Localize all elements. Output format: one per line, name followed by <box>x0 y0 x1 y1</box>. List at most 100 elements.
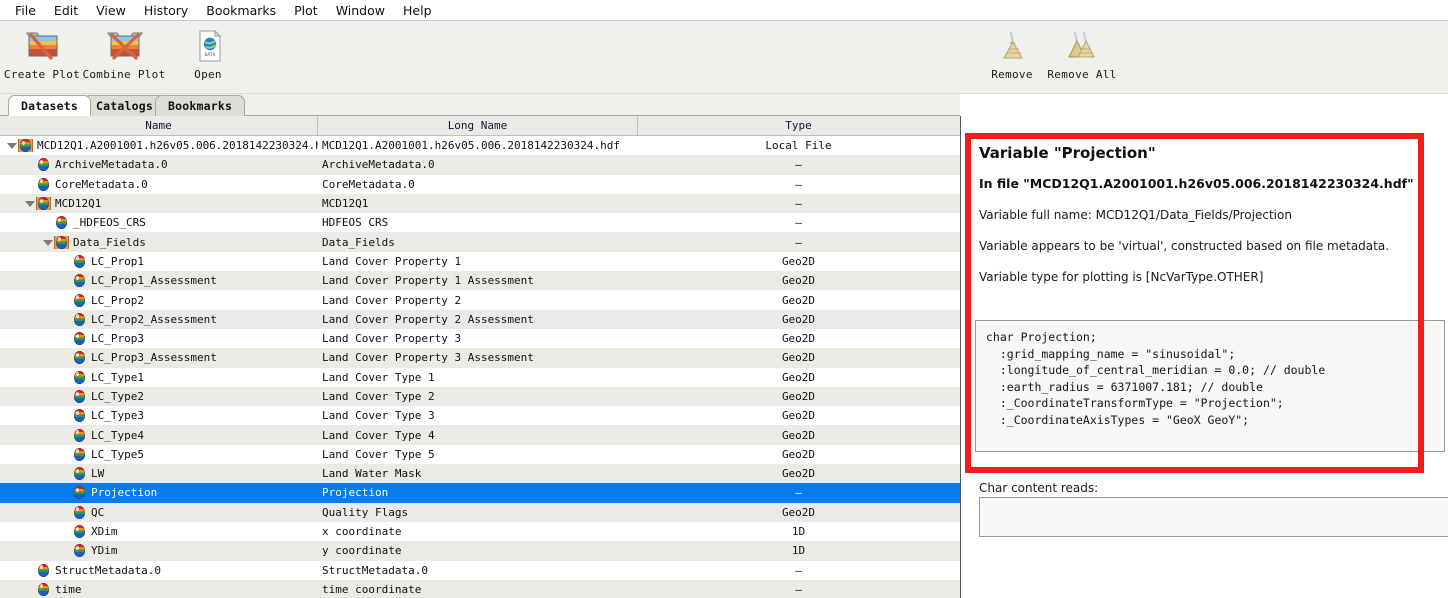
twisty-placeholder <box>60 333 71 344</box>
create-plot-button[interactable]: Create Plot <box>0 25 84 81</box>
row-name-text: LC_Type1 <box>91 370 144 384</box>
variable-info-block: Variable "Projection" In file "MCD12Q1.A… <box>979 144 1419 284</box>
table-row[interactable]: LC_Type2 Land Cover Type 2 Geo2D <box>0 386 960 407</box>
table-row[interactable]: ArchiveMetadata.0 ArchiveMetadata.0 — <box>0 155 960 175</box>
cell-name: LC_Type1 <box>0 370 318 384</box>
cell-name: MCD12Q1 <box>0 197 318 211</box>
row-name-text: LC_Prop3 <box>91 332 144 346</box>
table-row[interactable]: LC_Type5 Land Cover Type 5 Geo2D <box>0 444 960 465</box>
table-row[interactable]: StructMetadata.0 StructMetadata.0 — <box>0 560 960 580</box>
menu-item-plot[interactable]: Plot <box>285 1 327 20</box>
char-content-label: Char content reads: <box>979 481 1099 495</box>
table-row[interactable]: time time coordinate — <box>0 579 960 598</box>
table-row[interactable]: LC_Prop1_Assessment Land Cover Property 1… <box>0 271 960 291</box>
dataset-tree-panel: Name Long Name Type MCD12Q1.A2001001.h26… <box>0 116 960 598</box>
column-header-long-name[interactable]: Long Name <box>318 116 638 135</box>
cell-long-name: Quality Flags <box>322 505 409 519</box>
cell-type: — <box>795 197 802 211</box>
cell-name: Projection <box>0 486 318 500</box>
row-name-text: LC_Prop1 <box>91 254 144 268</box>
menu-item-window[interactable]: Window <box>327 1 394 20</box>
cell-long-name: Land Water Mask <box>322 467 422 481</box>
menu-item-edit[interactable]: Edit <box>45 1 87 20</box>
dataset-folder-icon <box>18 139 33 153</box>
tab-catalogs[interactable]: Catalogs <box>83 95 166 116</box>
row-name-text: Projection <box>91 486 158 500</box>
table-row[interactable]: YDim y coordinate 1D <box>0 541 960 561</box>
twisty-placeholder <box>60 372 71 383</box>
table-row[interactable]: LC_Type1 Land Cover Type 1 Geo2D <box>0 367 960 387</box>
cell-long-name: HDFEOS CRS <box>322 216 389 230</box>
variable-details-panel: Variable "Projection" In file "MCD12Q1.A… <box>961 116 1448 598</box>
remove-all-button[interactable]: Remove All <box>1040 25 1124 81</box>
table-row[interactable]: LW Land Water Mask Geo2D <box>0 464 960 484</box>
table-row[interactable]: QC Quality Flags Geo2D <box>0 502 960 522</box>
variable-icon <box>73 351 86 365</box>
row-name-text: CoreMetadata.0 <box>55 177 148 191</box>
svg-text:DATA: DATA <box>205 52 216 58</box>
tree-header-row: Name Long Name Type <box>0 116 960 136</box>
char-content-textbox[interactable] <box>979 497 1448 537</box>
row-name-text: MCD12Q1 <box>55 197 102 211</box>
table-row[interactable]: Projection Projection — <box>0 483 960 503</box>
variable-icon <box>73 390 86 403</box>
menu-item-view[interactable]: View <box>87 1 135 20</box>
menu-item-help[interactable]: Help <box>394 1 441 20</box>
table-row[interactable]: LC_Prop3_Assessment Land Cover Property 3… <box>0 348 960 368</box>
tab-bookmarks[interactable]: Bookmarks <box>155 95 246 116</box>
cell-name: LC_Prop2 <box>0 293 318 307</box>
create-plot-icon <box>0 25 84 67</box>
table-row[interactable]: LC_Type3 Land Cover Type 3 Geo2D <box>0 406 960 426</box>
twisty-placeholder <box>60 449 71 460</box>
variable-icon <box>73 525 86 539</box>
expand-collapse-triangle-icon[interactable] <box>6 140 17 151</box>
table-row[interactable]: LC_Prop2 Land Cover Property 2 Geo2D <box>0 290 960 310</box>
application-window: File Edit View History Bookmarks Plot Window He… <box>0 0 1448 598</box>
row-name-text: LC_Prop3_Assessment <box>91 351 217 365</box>
tab-datasets[interactable]: Datasets <box>8 95 91 116</box>
table-row[interactable]: LC_Type4 Land Cover Type 4 Geo2D <box>0 425 960 445</box>
twisty-placeholder <box>60 430 71 441</box>
cell-name: LC_Prop3_Assessment <box>0 351 318 365</box>
table-row[interactable]: MCD12Q1.A2001001.h26v05.006.201814223032… <box>0 136 960 156</box>
twisty-placeholder <box>60 468 71 479</box>
table-row[interactable]: CoreMetadata.0 CoreMetadata.0 — <box>0 174 960 194</box>
twisty-placeholder <box>24 179 35 190</box>
expand-collapse-triangle-icon[interactable] <box>42 237 53 248</box>
row-name-text: LW <box>91 467 105 481</box>
cell-long-name: CoreMetadata.0 <box>322 177 415 191</box>
cell-long-name: Land Cover Property 1 Assessment <box>322 274 534 288</box>
open-button[interactable]: DATA Open <box>166 25 250 81</box>
twisty-placeholder <box>60 526 71 537</box>
cell-type: Geo2D <box>781 274 816 288</box>
column-header-type[interactable]: Type <box>638 116 959 135</box>
menu-item-file[interactable]: File <box>6 1 45 20</box>
table-row[interactable]: Data_Fields Data_Fields — <box>0 232 960 252</box>
cell-name: LC_Type2 <box>0 390 318 403</box>
cell-name: YDim <box>0 544 318 558</box>
variable-in-file: In file "MCD12Q1.A2001001.h26v05.006.201… <box>979 176 1414 191</box>
twisty-placeholder <box>60 391 71 402</box>
row-name-text: MCD12Q1.A2001001.h26v05.006.201814223032… <box>37 139 318 153</box>
cell-name: LC_Type3 <box>0 409 318 423</box>
expand-collapse-triangle-icon[interactable] <box>24 198 35 209</box>
table-row[interactable]: _HDFEOS_CRS HDFEOS CRS — <box>0 213 960 233</box>
code-line: :earth_radius = 6371007.181; // double <box>986 379 1263 394</box>
table-row[interactable]: LC_Prop1 Land Cover Property 1 Geo2D <box>0 251 960 272</box>
table-row[interactable]: LC_Prop3 Land Cover Property 3 Geo2D <box>0 328 960 349</box>
cell-name: QC <box>0 505 318 519</box>
variable-icon <box>73 293 86 307</box>
table-row[interactable]: LC_Prop2_Assessment Land Cover Property 2… <box>0 309 960 329</box>
table-row[interactable]: MCD12Q1 MCD12Q1 — <box>0 193 960 214</box>
row-name-text: LC_Type4 <box>91 428 144 442</box>
combine-plot-button[interactable]: Combine Plot <box>82 25 166 81</box>
table-row[interactable]: XDim x coordinate 1D <box>0 521 960 542</box>
menu-item-bookmarks[interactable]: Bookmarks <box>197 1 285 20</box>
variable-cdl-code-box[interactable]: char Projection; :grid_mapping_name = "s… <box>975 320 1445 452</box>
column-header-name[interactable]: Name <box>0 116 318 135</box>
menu-item-history[interactable]: History <box>135 1 197 20</box>
cell-type: 1D <box>791 525 806 539</box>
variable-icon <box>73 254 86 268</box>
cell-type: — <box>795 177 802 191</box>
tab-datasets-label: Datasets <box>21 98 78 113</box>
